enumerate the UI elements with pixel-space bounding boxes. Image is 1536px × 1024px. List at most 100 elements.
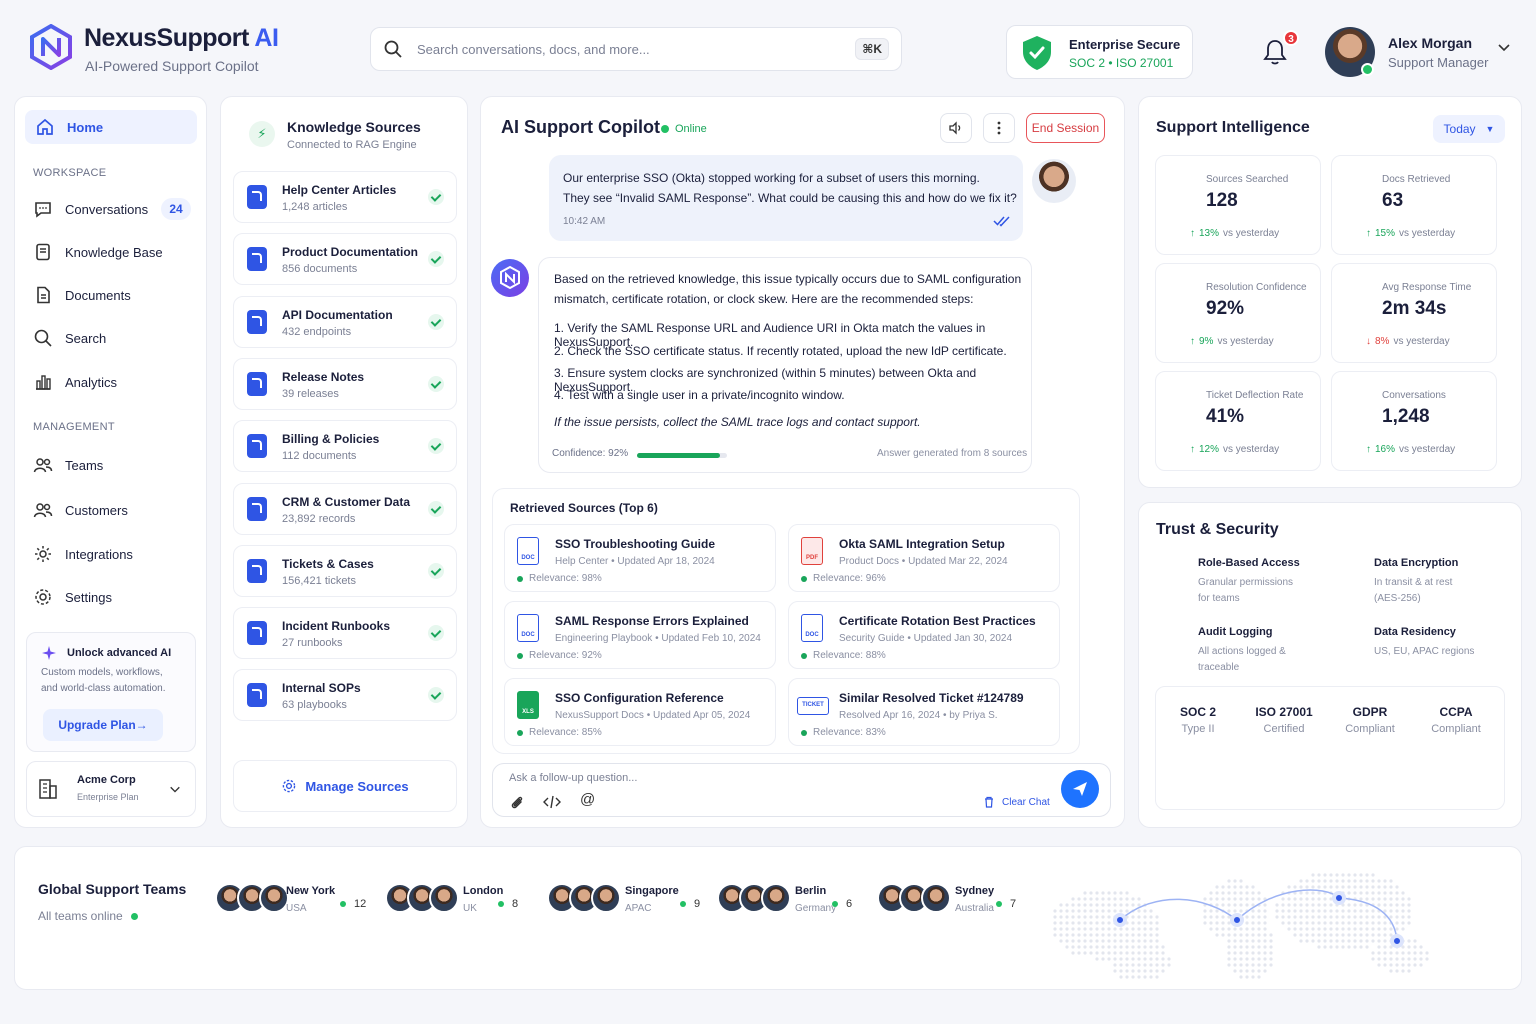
knowledge-source-item[interactable]: Incident Runbooks 27 runbooks [233, 607, 457, 660]
check-icon [428, 625, 444, 642]
knowledge-source-item[interactable]: API Documentation 432 endpoints [233, 295, 457, 348]
org-switcher[interactable]: Acme Corp Enterprise Plan [26, 761, 196, 817]
followup-input[interactable]: Ask a follow-up question... [509, 772, 637, 784]
stat-label: Resolution Confidence [1206, 282, 1307, 293]
clear-chat-button[interactable]: Clear Chat [1002, 797, 1050, 808]
sidebar-item-search[interactable]: Search [33, 328, 106, 348]
cert-name: ISO 27001 [1255, 705, 1313, 719]
source-title: Similar Resolved Ticket #124789 [839, 691, 1024, 705]
team-count: 9 [680, 898, 700, 910]
stat-compare: vs yesterday [1217, 336, 1274, 347]
source-name: Billing & Policies [282, 432, 380, 447]
source-title: SSO Troubleshooting Guide [555, 537, 716, 551]
code-icon[interactable] [543, 794, 561, 810]
paperclip-icon[interactable] [509, 794, 525, 810]
at-mention-icon[interactable]: @ [580, 791, 595, 808]
speaker-icon [949, 121, 961, 135]
user-message-line: Our enterprise SSO (Okta) stopped workin… [563, 171, 980, 185]
send-button[interactable] [1061, 770, 1099, 808]
gauge-icon [1168, 388, 1190, 412]
knowledge-source-item[interactable]: Tickets & Cases 156,421 tickets [233, 544, 457, 597]
retrieved-source-card[interactable]: DOC Certificate Rotation Best Practices Se… [788, 601, 1060, 669]
team-count: 8 [498, 898, 518, 910]
more-options-button[interactable] [983, 113, 1015, 143]
check-icon [428, 313, 444, 330]
lock-open-icon [1158, 561, 1178, 585]
file-doc-icon: DOC [517, 537, 539, 565]
sidebar-item-analytics[interactable]: Analytics [33, 372, 117, 392]
check-icon [428, 189, 444, 205]
team-location[interactable]: Singapore APAC 9 [547, 883, 707, 919]
arrow-down-icon: ↓ [1366, 336, 1371, 347]
stat-value: 63 [1382, 190, 1404, 211]
lock-icon [1334, 561, 1354, 585]
sidebar-item-conversations[interactable]: Conversations [33, 199, 148, 219]
trust-item-desc: US, EU, APAC regions [1374, 646, 1475, 657]
cert-status: Certified [1263, 723, 1305, 735]
shield-check-icon [1023, 36, 1051, 70]
sidebar-item-home-row[interactable]: Home [35, 117, 103, 137]
team-count: 7 [996, 898, 1016, 910]
stat-compare: vs yesterday [1393, 336, 1450, 347]
stat-label: Conversations [1382, 390, 1446, 401]
settings-icon [35, 589, 51, 605]
knowledge-source-item[interactable]: Billing & Policies 112 documents [233, 420, 457, 473]
copilot-message: Based on the retrieved knowledge, this i… [538, 257, 1032, 473]
sidebar-item-documents[interactable]: Documents [33, 285, 131, 305]
security-badge[interactable]: Enterprise Secure SOC 2 • ISO 27001 [1006, 25, 1193, 79]
upgrade-plan-button[interactable]: Upgrade Plan → [43, 709, 163, 741]
source-name: Internal SOPs [282, 681, 361, 696]
document-search-icon [1168, 172, 1190, 196]
check-icon [428, 438, 444, 455]
knowledge-source-item[interactable]: Help Center Articles 1,248 articles [233, 171, 457, 223]
trust-item-title: Data Encryption [1374, 557, 1459, 569]
arrow-up-icon: ↑ [1190, 228, 1195, 239]
knowledge-source-item[interactable]: Release Notes 39 releases [233, 357, 457, 410]
speaker-button[interactable] [940, 113, 972, 143]
compliance-cert: ISO 27001 Certified [1244, 687, 1324, 735]
manage-sources-button[interactable]: Manage Sources [233, 760, 457, 812]
team-location[interactable]: Berlin Germany 6 [717, 883, 877, 919]
knowledge-source-item[interactable]: CRM & Customer Data 23,892 records [233, 482, 457, 535]
sidebar-item-customers[interactable]: Customers [33, 500, 128, 520]
team-location[interactable]: Sydney Australia 7 [877, 883, 1037, 919]
source-meta: Engineering Playbook • Updated Feb 10, 2… [555, 633, 761, 644]
knowledge-source-item[interactable]: Internal SOPs 63 playbooks [233, 669, 457, 722]
search-input[interactable]: Search conversations, docs, and more... [417, 42, 855, 57]
global-search[interactable]: Search conversations, docs, and more... … [370, 27, 902, 71]
team-region: APAC [625, 903, 652, 914]
team-location[interactable]: London UK 8 [385, 883, 545, 919]
source-relevance: Relevance: 85% [517, 727, 602, 738]
chevron-down-icon[interactable] [1497, 40, 1511, 54]
retrieved-source-card[interactable]: DOC SAML Response Errors Explained Enginee… [504, 601, 776, 669]
retrieved-source-card[interactable]: DOC SSO Troubleshooting Guide Help Center … [504, 524, 776, 592]
retrieved-sources: Retrieved Sources (Top 6) DOC SSO Trouble… [492, 488, 1080, 754]
chat-composer[interactable]: Ask a follow-up question... @ Clear Chat [492, 763, 1111, 817]
arrow-right-icon: → [135, 718, 148, 732]
source-name: Tickets & Cases [282, 556, 374, 571]
stat-card: Conversations 1,248 ↑ 16% vs yesterday [1331, 371, 1497, 471]
stat-card: Resolution Confidence 92% ↑ 9% vs yesterday [1155, 263, 1321, 363]
source-name: Release Notes [282, 369, 365, 384]
retrieved-source-card[interactable]: TICKET Similar Resolved Ticket #124789 Res… [788, 678, 1060, 746]
gear-icon [35, 546, 51, 562]
team-location[interactable]: New York USA 12 [215, 883, 375, 919]
document-icon [1344, 172, 1366, 196]
chat-icon [35, 202, 51, 218]
compliance-certs: SOC 2 Type II ISO 27001 Certified GDPR Compli… [1155, 686, 1505, 810]
compliance-cert: GDPR Compliant [1330, 687, 1410, 735]
retrieved-source-card[interactable]: PDF Okta SAML Integration Setup Product Do… [788, 524, 1060, 592]
sidebar-item-teams[interactable]: Teams [33, 455, 103, 475]
retrieved-source-card[interactable]: XLS SSO Configuration Reference NexusSuppo… [504, 678, 776, 746]
trust-item-desc: Granular permissions for teams [1198, 577, 1294, 604]
end-session-button[interactable]: End Session [1026, 113, 1105, 143]
date-range-select[interactable]: Today ▼ [1433, 115, 1505, 143]
knowledge-source-item[interactable]: Product Documentation 856 documents [233, 233, 457, 286]
retrieved-sources-title: Retrieved Sources (Top 6) [510, 501, 658, 515]
audit-lock-icon [1158, 630, 1178, 654]
intel-title: Support Intelligence [1156, 119, 1310, 136]
sidebar-item-integrations[interactable]: Integrations [33, 544, 133, 564]
source-meta: NexusSupport Docs • Updated Apr 05, 2024 [555, 710, 751, 721]
sidebar-item-settings[interactable]: Settings [33, 587, 112, 607]
sidebar-item-knowledge-base[interactable]: Knowledge Base [33, 242, 163, 262]
